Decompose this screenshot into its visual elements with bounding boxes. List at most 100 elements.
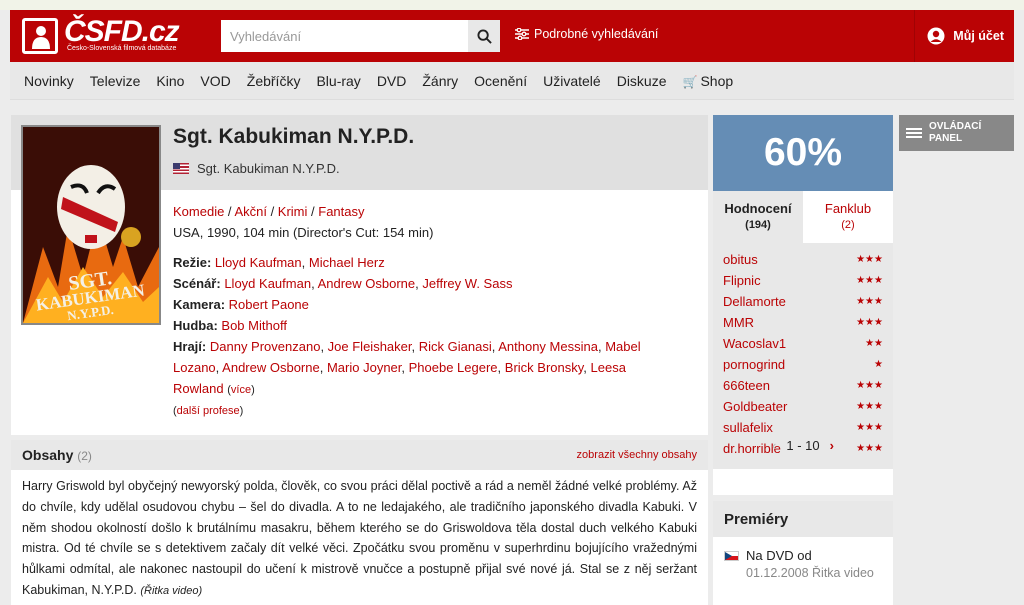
- stars-icon: ★★★: [856, 422, 883, 433]
- nav-televize[interactable]: Televize: [82, 73, 149, 89]
- more-professions-link[interactable]: další profese: [177, 405, 240, 417]
- person-link[interactable]: Phoebe Legere: [409, 360, 498, 375]
- person-link[interactable]: Lloyd Kaufman: [224, 276, 311, 291]
- logo-text: ČSFD.cz: [64, 15, 180, 48]
- search-button[interactable]: [468, 20, 500, 52]
- credits-music: Hudba: Bob Mithoff: [173, 315, 673, 336]
- search-icon: [476, 28, 492, 44]
- menu-icon: [906, 126, 922, 140]
- nav-shop-label: Shop: [700, 72, 734, 89]
- stars-icon: ★★★: [856, 296, 883, 307]
- nav-novinky[interactable]: Novinky: [16, 73, 82, 89]
- list-item: pornogrind ★: [723, 354, 883, 375]
- advanced-search-link[interactable]: Podrobné vyhledávání: [515, 27, 658, 41]
- nav-kino[interactable]: Kino: [148, 73, 192, 89]
- genres: Komedie / Akční / Krimi / Fantasy: [173, 204, 365, 219]
- genre-link[interactable]: Krimi: [278, 204, 308, 219]
- tab-ratings-label: Hodnocení: [724, 201, 792, 216]
- genre-link[interactable]: Fantasy: [318, 204, 364, 219]
- pager-range: 1 - 10: [786, 437, 820, 453]
- film-credits: Režie: Lloyd Kaufman, Michael Herz Scéná…: [173, 252, 673, 422]
- person-link[interactable]: Andrew Osborne: [222, 360, 320, 375]
- user-ratings-list: obitus ★★★ Flipnic ★★★ Dellamorte ★★★ MMR ★★…: [713, 243, 893, 456]
- credits-writing: Scénář: Lloyd Kaufman, Andrew Osborne, J…: [173, 276, 513, 291]
- user-link[interactable]: Flipnic: [723, 273, 761, 288]
- main-nav: Novinky Televize Kino VOD Žebříčky Blu-r…: [10, 62, 1014, 100]
- original-title-text: Sgt. Kabukiman N.Y.P.D.: [197, 161, 340, 176]
- chevron-left-icon[interactable]: ‹: [772, 438, 776, 453]
- user-link[interactable]: Dellamorte: [723, 294, 786, 309]
- list-item: MMR ★★★: [723, 312, 883, 333]
- person-link[interactable]: Brick Bronsky: [505, 360, 584, 375]
- person-link[interactable]: Lloyd Kaufman: [215, 255, 302, 270]
- film-title: Sgt. Kabukiman N.Y.P.D.: [173, 125, 415, 148]
- plots-header: Obsahy (2) zobrazit všechny obsahy: [11, 440, 708, 470]
- user-link[interactable]: sullafelix: [723, 420, 773, 435]
- user-link[interactable]: Goldbeater: [723, 399, 787, 414]
- person-link[interactable]: Bob Mithoff: [221, 318, 287, 333]
- tab-fanclub-count: (2): [841, 219, 855, 231]
- stars-icon: ★★★: [856, 275, 883, 286]
- nav-dvd[interactable]: DVD: [369, 73, 415, 89]
- search-input[interactable]: [221, 20, 468, 52]
- person-link[interactable]: Danny Provenzano: [210, 339, 321, 354]
- show-all-plots-link[interactable]: zobrazit všechny obsahy: [577, 449, 697, 461]
- user-link[interactable]: Wacoslav1: [723, 336, 786, 351]
- control-panel-button[interactable]: OVLÁDACÍ PANEL: [899, 115, 1014, 151]
- rating-percent: 60%: [713, 115, 893, 191]
- person-link[interactable]: Rick Gianasi: [419, 339, 492, 354]
- credits-cast: Hrají: Danny Provenzano, Joe Fleishaker,…: [173, 339, 641, 396]
- user-link[interactable]: MMR: [723, 315, 754, 330]
- tab-fanclub[interactable]: Fanklub (2): [803, 191, 893, 243]
- account-label: Můj účet: [953, 29, 1004, 43]
- list-item: Wacoslav1 ★★: [723, 333, 883, 354]
- user-link[interactable]: obitus: [723, 252, 758, 267]
- person-link[interactable]: Robert Paone: [229, 297, 309, 312]
- person-link[interactable]: Mario Joyner: [327, 360, 401, 375]
- sliders-icon: [515, 28, 529, 40]
- premieres-title: Premiéry: [713, 501, 893, 537]
- plots-title-text: Obsahy: [22, 447, 74, 463]
- plots-count: (2): [77, 449, 92, 463]
- person-link[interactable]: Anthony Messina: [498, 339, 598, 354]
- more-cast-link[interactable]: více: [231, 384, 251, 396]
- stars-icon: ★★★: [856, 443, 883, 454]
- premiere-date: 01.12.2008 Řitka video: [746, 566, 874, 580]
- nav-zanry[interactable]: Žánry: [414, 73, 466, 89]
- film-poster[interactable]: SGT. KABUKIMAN N.Y.P.D.: [21, 125, 161, 325]
- nav-bluray[interactable]: Blu-ray: [308, 73, 368, 89]
- person-link[interactable]: Joe Fleishaker: [328, 339, 412, 354]
- top-strip: [0, 0, 1024, 10]
- chevron-right-icon[interactable]: ›: [830, 438, 834, 453]
- list-item: Dellamorte ★★★: [723, 291, 883, 312]
- nav-zebricky[interactable]: Žebříčky: [239, 73, 309, 89]
- account-button[interactable]: Můj účet: [914, 10, 1014, 62]
- poster-image: SGT. KABUKIMAN N.Y.P.D.: [23, 127, 159, 323]
- premiere-entry-text: Na DVD od: [746, 548, 812, 563]
- tab-ratings-count: (194): [745, 219, 771, 231]
- more-professions: (další profese): [173, 405, 244, 417]
- nav-diskuze[interactable]: Diskuze: [609, 73, 675, 89]
- nav-shop[interactable]: 🛒 Shop: [675, 73, 742, 89]
- premieres-box: Premiéry Na DVD od 01.12.2008 Řitka vide…: [713, 501, 893, 605]
- logo-icon: [22, 18, 58, 54]
- person-link[interactable]: Jeffrey W. Sass: [422, 276, 512, 291]
- user-link[interactable]: pornogrind: [723, 357, 785, 372]
- person-link[interactable]: Andrew Osborne: [318, 276, 416, 291]
- nav-oceneni[interactable]: Ocenění: [466, 73, 535, 89]
- tab-fanclub-label: Fanklub: [824, 201, 872, 216]
- credit-label: Hrají:: [173, 339, 207, 354]
- film-box: SGT. KABUKIMAN N.Y.P.D. Sgt. Kabukiman N…: [11, 115, 708, 435]
- premiere-entry: Na DVD od: [713, 537, 893, 563]
- genre-link[interactable]: Komedie: [173, 204, 224, 219]
- cart-icon: 🛒: [682, 74, 698, 89]
- user-link[interactable]: 666teen: [723, 378, 770, 393]
- genre-link[interactable]: Akční: [234, 204, 267, 219]
- nav-uzivatele[interactable]: Uživatelé: [535, 73, 609, 89]
- plots-title: Obsahy (2): [22, 447, 92, 463]
- person-link[interactable]: Michael Herz: [309, 255, 385, 270]
- nav-vod[interactable]: VOD: [192, 73, 238, 89]
- tab-ratings[interactable]: Hodnocení (194): [713, 191, 803, 243]
- site-logo[interactable]: ČSFD.cz Česko-Slovenská filmová databáze: [22, 15, 192, 54]
- stars-icon: ★: [874, 359, 883, 370]
